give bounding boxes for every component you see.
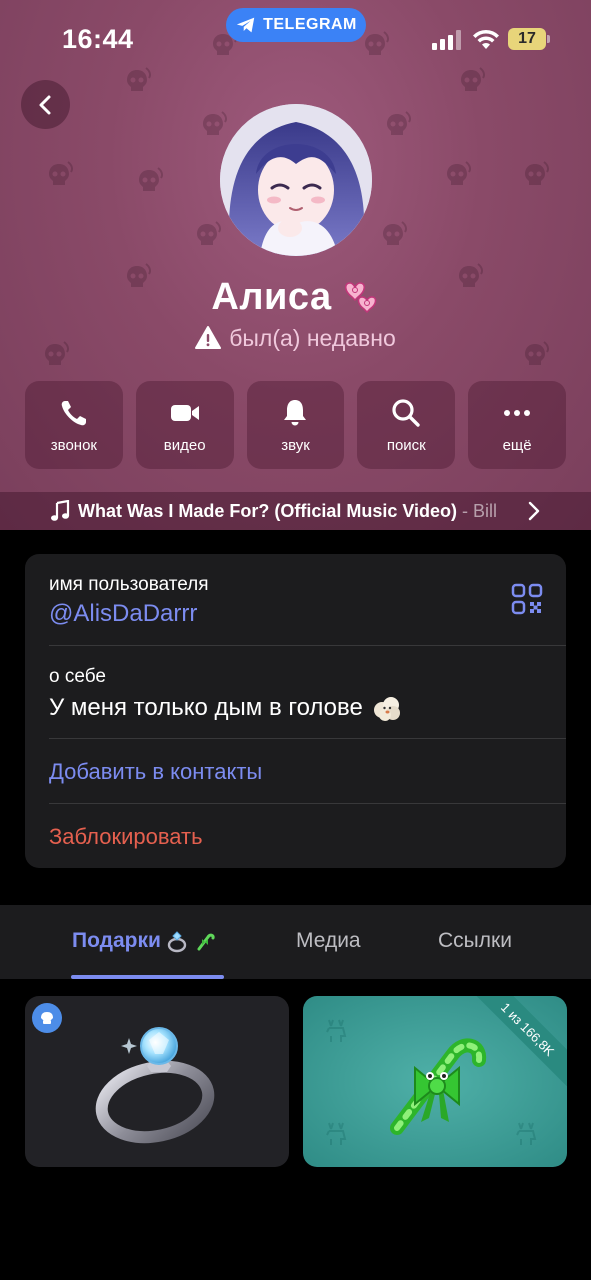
username-value[interactable]: @AlisDaDarrr (49, 600, 197, 628)
bio-value-row: У меня только дым в голове (49, 692, 403, 724)
battery-tip (547, 35, 550, 43)
more-button[interactable]: ещё (468, 381, 566, 469)
skull-pattern-icon (447, 161, 471, 185)
qr-code-icon[interactable] (511, 583, 543, 615)
action-buttons-row: звонок видео звук поиск ещё (25, 381, 566, 469)
profile-music-bar[interactable]: What Was I Made For? (Official Music Vid… (0, 492, 591, 530)
phone-icon (61, 400, 86, 425)
divider (49, 738, 566, 739)
music-track-text: What Was I Made For? (Official Music Vid… (78, 501, 518, 522)
tab-gifts[interactable]: Подарки (72, 929, 217, 953)
bell-icon (284, 399, 307, 425)
smoke-cloud-emoji-icon (373, 697, 400, 721)
status-row: был(а) недавно (0, 322, 591, 354)
back-button[interactable] (21, 80, 70, 129)
chevron-right-icon (528, 501, 540, 521)
search-label: поиск (386, 436, 426, 454)
music-artist: - Bill (457, 500, 498, 521)
divider (49, 645, 566, 646)
tab-gifts-label: Подарки (72, 929, 161, 952)
bio-value: У меня только дым в голове (49, 694, 363, 721)
skull-pattern-icon (387, 111, 411, 135)
search-icon (392, 398, 420, 427)
deer-pattern-icon (326, 1019, 347, 1042)
tab-links[interactable]: Ссылки (438, 929, 512, 953)
call-label: звонок (50, 436, 97, 454)
wifi-icon (473, 29, 499, 49)
warning-icon (195, 326, 222, 349)
telegram-plane-icon (236, 17, 255, 33)
cellular-signal-icon (432, 30, 461, 50)
candy-cane-gift-icon (390, 1038, 487, 1135)
battery-indicator: 17 (508, 28, 546, 50)
search-button[interactable]: поиск (357, 381, 456, 469)
diamond-ring-icon (95, 1027, 215, 1144)
skull-pattern-icon (525, 161, 549, 185)
mute-button[interactable]: звук (246, 381, 345, 469)
telegram-pill-label: TELEGRAM (263, 16, 357, 33)
deer-pattern-icon (326, 1122, 347, 1145)
profile-name-row: Алиса (0, 272, 591, 322)
info-card: имя пользователя @AlisDaDarrr о себе У м… (25, 554, 566, 868)
block-user-button[interactable]: Заблокировать (49, 824, 203, 850)
deer-pattern-icon (516, 1122, 537, 1145)
candy-cane-icon (197, 933, 215, 951)
video-label: видео (163, 436, 206, 454)
clock: 16:44 (62, 24, 134, 54)
skull-pattern-icon (139, 167, 163, 191)
status-bar: 16:44 TELEGRAM 17 (0, 0, 591, 80)
mute-label: звук (281, 436, 310, 454)
more-label: ещё (502, 436, 532, 454)
last-seen-status: был(а) недавно (229, 324, 396, 351)
avatar[interactable] (220, 104, 372, 256)
call-button[interactable]: звонок (25, 381, 123, 469)
gift-card-candy-cane[interactable]: 1 из 166,8K (303, 996, 567, 1167)
telegram-pill[interactable]: TELEGRAM (226, 8, 366, 42)
divider (49, 803, 566, 804)
skull-pattern-icon (383, 221, 407, 245)
profile-tabs: Подарки Медиа Ссылки (0, 905, 591, 979)
username-label: имя пользователя (49, 574, 209, 595)
bio-label: о себе (49, 666, 106, 687)
chevron-left-icon (39, 95, 50, 114)
profile-header: 16:44 TELEGRAM 17 Алиса был(а) недавно з… (0, 0, 591, 530)
active-tab-indicator (71, 975, 224, 979)
gift-card-ring[interactable] (25, 996, 289, 1167)
verified-badge-icon (32, 1003, 62, 1033)
music-title: What Was I Made For? (Official Music Vid… (78, 500, 458, 521)
music-note-icon (51, 500, 70, 521)
pink-hearts-emoji-status-icon[interactable] (340, 275, 380, 315)
tab-media[interactable]: Медиа (296, 929, 361, 953)
skull-pattern-icon (197, 221, 221, 245)
video-button[interactable]: видео (135, 381, 234, 469)
more-dots-icon (504, 409, 531, 416)
add-to-contacts-button[interactable]: Добавить в контакты (49, 759, 262, 785)
skull-pattern-icon (49, 161, 73, 185)
profile-name: Алиса (211, 275, 332, 318)
anime-girl-avatar-image (220, 104, 372, 256)
ring-icon (167, 931, 187, 953)
skull-pattern-icon (203, 111, 227, 135)
video-camera-icon (170, 404, 199, 421)
